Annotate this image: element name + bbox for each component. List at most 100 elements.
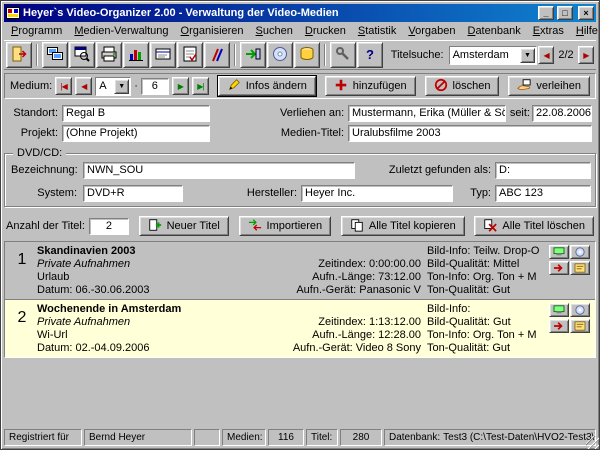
- verleihen-button[interactable]: verleihen: [508, 76, 590, 96]
- titles-list: 1 Skandinavien 2003 Private Aufnahmen Ur…: [4, 241, 596, 358]
- cd-title-button[interactable]: [570, 245, 590, 259]
- help-button[interactable]: ?: [357, 42, 383, 68]
- search-next-button[interactable]: ▶: [578, 46, 594, 64]
- cd-copy-button[interactable]: [267, 42, 293, 68]
- menu-suchen[interactable]: Suchen: [250, 23, 299, 39]
- medium-letter-combo[interactable]: A ▼: [95, 77, 131, 96]
- button-label: hinzufügen: [353, 80, 407, 92]
- verliehen-an-label: Verliehen an:: [280, 107, 344, 119]
- importieren-button[interactable]: Importieren: [239, 216, 332, 236]
- lend-hand-icon: [517, 78, 531, 95]
- new-title-icon: [148, 218, 162, 235]
- bild-qualitaet-label: Bild-Qualität:: [427, 258, 490, 271]
- index-card-button[interactable]: [150, 42, 176, 68]
- title-name: Wochenende in Amsterdam: [37, 303, 297, 316]
- menu-datenbank[interactable]: Datenbank: [461, 23, 526, 39]
- menu-programm[interactable]: Programm: [5, 23, 68, 39]
- hersteller-field[interactable]: Heyer Inc.: [301, 185, 453, 202]
- chevron-down-icon[interactable]: ▼: [114, 79, 129, 94]
- menu-extras[interactable]: Extras: [527, 23, 570, 39]
- alle-titel-kopieren-button[interactable]: Alle Titel kopieren: [341, 216, 465, 236]
- bild-qualitaet-value: Gut: [493, 316, 511, 329]
- medien-titel-field[interactable]: Uralubsfilme 2003: [348, 125, 592, 142]
- minimize-button[interactable]: _: [538, 6, 554, 20]
- add-medium-icon: [334, 78, 348, 95]
- media-list-button[interactable]: [42, 42, 68, 68]
- neuer-titel-button[interactable]: Neuer Titel: [139, 216, 229, 236]
- search-prev-button[interactable]: ◀: [538, 46, 554, 64]
- menu-medien-verwaltung[interactable]: Medien-Verwaltung: [68, 23, 174, 39]
- tools-button[interactable]: [330, 42, 356, 68]
- hinzufuegen-button[interactable]: hinzufügen: [325, 76, 416, 96]
- projekt-field[interactable]: (Ohne Projekt): [62, 125, 210, 142]
- button-label: Neuer Titel: [167, 220, 220, 232]
- media-details-form: Standort: Regal B Verliehen an: Musterma…: [4, 104, 596, 144]
- zeitindex-label: Zeitindex:: [318, 316, 366, 329]
- menu-vorgaben[interactable]: Vorgaben: [402, 23, 461, 39]
- medien-titel-label: Medien-Titel:: [276, 127, 344, 139]
- status-spacer-panel: [194, 429, 220, 446]
- ton-qualitaet-label: Ton-Qualität:: [427, 284, 489, 297]
- edit-title-button[interactable]: [570, 319, 590, 333]
- toolbar-separator: [36, 44, 38, 66]
- bild-info-label: Bild-Info:: [427, 245, 470, 258]
- medium-prev-button[interactable]: ◀: [75, 77, 92, 95]
- menu-hilfe[interactable]: Hilfe: [570, 23, 600, 39]
- datum-label: Datum:: [37, 284, 72, 297]
- edit-list-button[interactable]: [177, 42, 203, 68]
- typ-field[interactable]: ABC 123: [495, 185, 591, 202]
- app-window: Heyer`s Video-Organizer 2.00 - Verwaltun…: [0, 0, 600, 450]
- title-main-column: Wochenende in Amsterdam Private Aufnahme…: [37, 303, 297, 355]
- infos-aendern-button[interactable]: Infos ändern: [218, 76, 316, 96]
- titel-count-value: 280: [340, 429, 382, 446]
- anzahl-titel-label: Anzahl der Titel:: [6, 220, 85, 232]
- import-titles-icon: [248, 218, 262, 235]
- move-title-button[interactable]: [549, 319, 569, 333]
- pens-button[interactable]: [204, 42, 230, 68]
- bild-qualitaet-label: Bild-Qualität:: [427, 316, 490, 329]
- search-counter: 2/2: [558, 49, 573, 61]
- delete-titles-icon: [483, 218, 497, 235]
- database-button[interactable]: [294, 42, 320, 68]
- loeschen-button[interactable]: löschen: [425, 76, 500, 96]
- seit-field[interactable]: 22.08.2006: [532, 105, 592, 122]
- chevron-down-icon[interactable]: ▼: [520, 48, 535, 63]
- import-button[interactable]: [240, 42, 266, 68]
- title-row[interactable]: 1 Skandinavien 2003 Private Aufnahmen Ur…: [5, 242, 595, 300]
- edit-title-button[interactable]: [570, 261, 590, 275]
- bezeichnung-field[interactable]: NWN_SOU: [83, 162, 355, 179]
- copy-title-button[interactable]: [549, 303, 569, 317]
- maximize-button[interactable]: □: [557, 6, 573, 20]
- print-button[interactable]: [96, 42, 122, 68]
- system-field[interactable]: DVD+R: [83, 185, 183, 202]
- title-name: Skandinavien 2003: [37, 245, 297, 258]
- anzahl-titel-field[interactable]: 2: [89, 218, 129, 235]
- medium-first-button[interactable]: |◀: [55, 77, 72, 95]
- medium-number-field[interactable]: 6: [141, 78, 169, 95]
- menu-statistik[interactable]: Statistik: [352, 23, 403, 39]
- medium-next-button[interactable]: ▶: [172, 77, 189, 95]
- alle-titel-loeschen-button[interactable]: Alle Titel löschen: [474, 216, 594, 236]
- media-search-button[interactable]: [69, 42, 95, 68]
- bild-qualitaet-value: Mittel: [493, 258, 519, 271]
- laenge-value: 12:28.00: [378, 329, 421, 342]
- copy-title-button[interactable]: [549, 245, 569, 259]
- verliehen-an-field[interactable]: Mustermann, Erika (Müller & Söhn...: [348, 105, 506, 122]
- button-label: Alle Titel kopieren: [369, 220, 456, 232]
- medium-letter-value: A: [96, 80, 113, 92]
- move-title-button[interactable]: [549, 261, 569, 275]
- close-button[interactable]: ×: [578, 6, 594, 20]
- menu-drucken[interactable]: Drucken: [299, 23, 352, 39]
- standort-field[interactable]: Regal B: [62, 105, 210, 122]
- datenbank-value: Test3 (C:\Test-Daten\HVO2-Test3\): [443, 432, 596, 443]
- cd-title-button[interactable]: [570, 303, 590, 317]
- title-search-combo[interactable]: Amsterdam ▼: [449, 46, 537, 65]
- geraet-value: Panasonic V: [359, 284, 421, 297]
- title-row[interactable]: 2 Wochenende in Amsterdam Private Aufnah…: [5, 300, 595, 357]
- resize-grip[interactable]: [586, 436, 599, 449]
- statistics-button[interactable]: [123, 42, 149, 68]
- exit-button[interactable]: [6, 42, 32, 68]
- medium-last-button[interactable]: ▶|: [192, 77, 209, 95]
- zuletzt-gefunden-field[interactable]: D:: [495, 162, 591, 179]
- menu-organisieren[interactable]: Organisieren: [175, 23, 250, 39]
